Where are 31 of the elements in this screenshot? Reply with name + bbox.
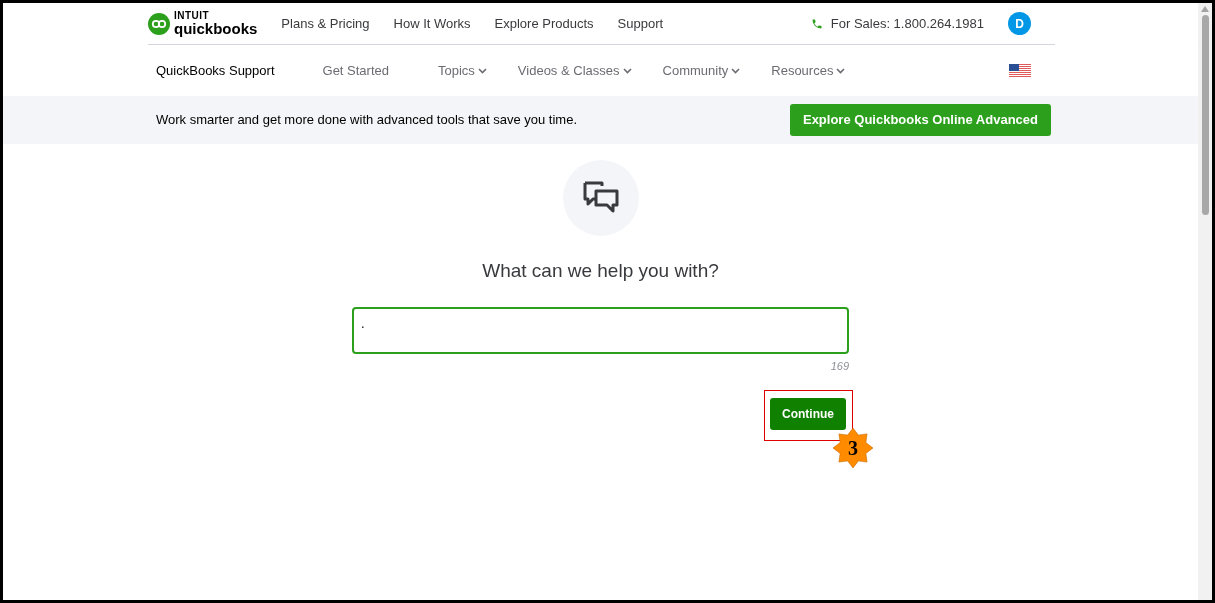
menu-item[interactable]: Get Started: [322, 60, 389, 81]
chevron-down-icon: [477, 68, 487, 75]
menu-item[interactable]: Topics: [438, 60, 487, 81]
banner-text: Work smarter and get more done with advanced tools that save you time.: [156, 111, 578, 130]
chevron-down-icon: [731, 68, 741, 75]
chevron-down-icon: [836, 68, 846, 75]
help-input-field[interactable]: .: [352, 306, 849, 354]
nav-link[interactable]: Explore Products: [494, 13, 594, 34]
explore-button[interactable]: Explore Quickbooks Online Advanced: [789, 104, 1051, 136]
menu-item[interactable]: Resources: [771, 60, 846, 81]
scrollbar-thumb[interactable]: [1201, 15, 1209, 215]
avatar[interactable]: D: [1008, 12, 1031, 35]
scrollbar[interactable]: [1198, 3, 1212, 600]
sales-phone-text: For Sales: 1.800.264.1981: [830, 14, 984, 33]
help-heading: What can we help you with?: [482, 260, 719, 283]
nav-link[interactable]: Support: [617, 13, 664, 34]
continue-button[interactable]: Continue: [770, 398, 846, 431]
logo-icon: [148, 12, 170, 35]
nav-link[interactable]: Plans & Pricing: [281, 13, 370, 34]
scroll-up-icon[interactable]: [1201, 6, 1209, 12]
menu-item[interactable]: Community: [662, 60, 741, 81]
support-title: QuickBooks Support: [156, 61, 275, 80]
chevron-down-icon: [622, 68, 632, 75]
phone-icon: [810, 17, 823, 30]
logo-text: INTUIT: [174, 11, 211, 21]
nav-link[interactable]: How It Works: [393, 13, 471, 34]
annotation-badge: 3: [833, 428, 873, 469]
flag-icon[interactable]: [1009, 63, 1031, 78]
logo-text: quickbooks: [174, 21, 258, 36]
character-counter: 169: [829, 358, 849, 374]
menu-item[interactable]: Videos & Classes: [517, 60, 632, 81]
